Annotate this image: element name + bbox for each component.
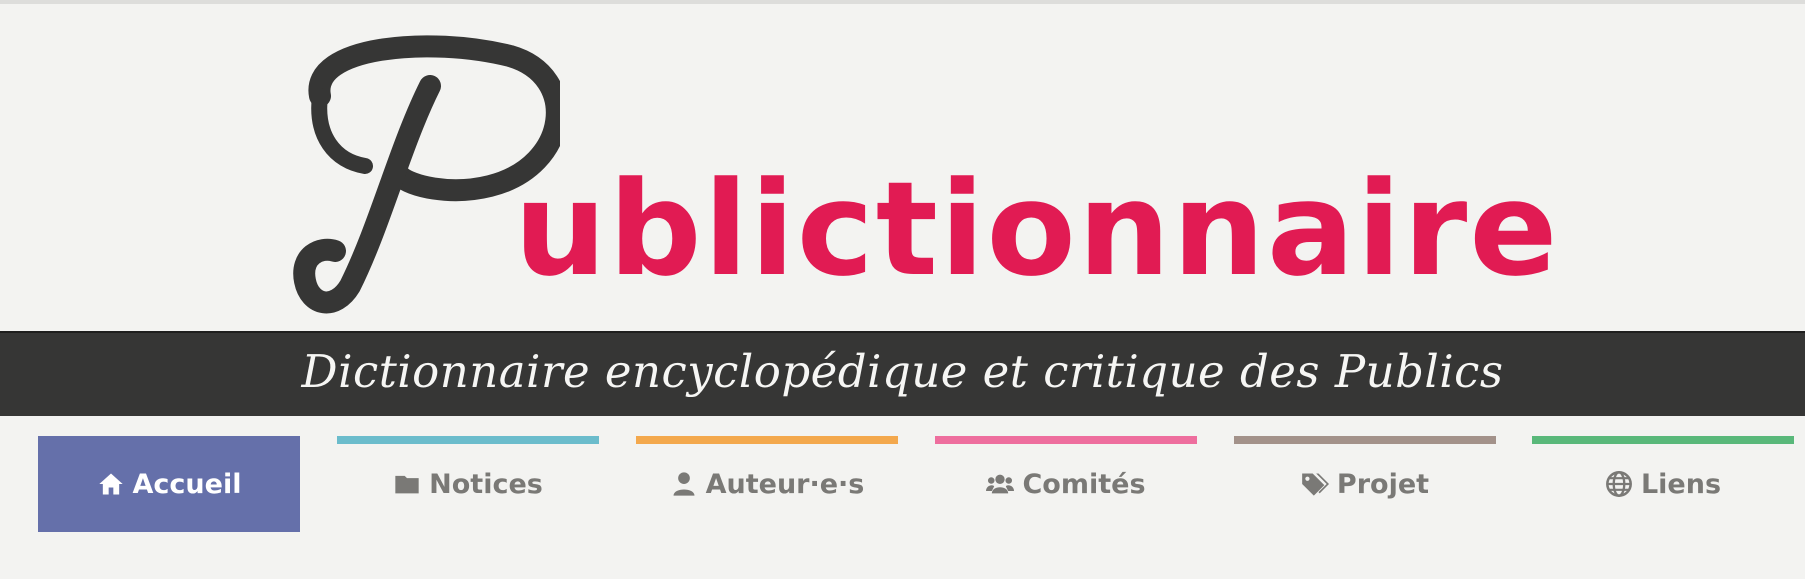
nav-accent-bar [935,436,1197,444]
tagline-banner: Dictionnaire encyclopédique et critique … [0,331,1805,416]
folder-icon [393,470,421,498]
nav-item-comites[interactable]: Comités [935,436,1197,532]
home-icon [97,470,125,498]
nav-item-label: Liens [1640,468,1722,500]
nav-item-label: Auteur·e·s [705,468,865,500]
logo-wordmark: ublictionnaire [514,153,1560,305]
nav-accent-bar [636,436,898,444]
nav-item-notices[interactable]: Notices [337,436,599,532]
nav-accent-bar [1532,436,1794,444]
nav-item-label: Accueil [132,468,242,500]
tags-icon [1301,470,1329,498]
nav-item-auteurs[interactable]: Auteur·e·s [636,436,898,532]
site-logo[interactable]: ublictionnaire [0,4,1805,330]
nav-accent-bar [337,436,599,444]
site-tagline: Dictionnaire encyclopédique et critique … [301,345,1504,398]
nav-accent-bar [1234,436,1496,444]
nav-item-accueil[interactable]: Accueil [38,436,300,532]
users-icon [986,470,1015,498]
globe-icon [1605,470,1633,498]
main-navigation: Accueil Notices Auteur·e·s Comités Proje… [0,416,1805,536]
user-icon [670,470,698,498]
nav-item-label: Projet [1336,468,1430,500]
nav-item-projet[interactable]: Projet [1234,436,1496,532]
nav-item-label: Notices [429,468,543,500]
nav-item-liens[interactable]: Liens [1532,436,1794,532]
nav-item-label: Comités [1022,468,1146,500]
